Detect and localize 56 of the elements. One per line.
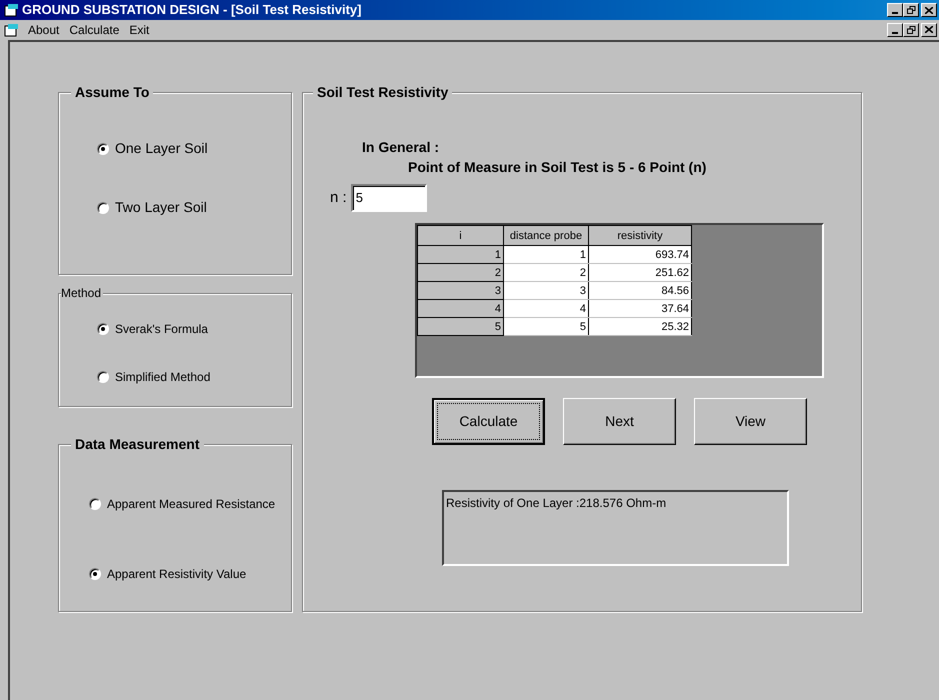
radio-label[interactable]: Apparent Measured Resistance — [107, 495, 276, 513]
table-cell: 25.32 — [588, 318, 692, 336]
table-cell: 37.64 — [588, 300, 692, 318]
window-title: GROUND SUBSTATION DESIGN - [Soil Test Resistivity] — [22, 1, 362, 20]
restore-button[interactable] — [903, 22, 919, 36]
n-input[interactable]: 5 — [350, 184, 427, 212]
table-cell: 5 — [504, 318, 588, 336]
restore-icon — [906, 26, 916, 34]
table-cell: 3 — [504, 282, 588, 300]
action-button[interactable]: View — [694, 398, 807, 445]
n-label: n : — [330, 188, 347, 208]
radio-label[interactable]: One Layer Soil — [115, 138, 208, 159]
minimize-button[interactable] — [887, 22, 903, 36]
radio-label[interactable]: Simplified Method — [115, 368, 210, 386]
restore-icon — [906, 6, 916, 14]
row-header: 1 — [418, 246, 504, 264]
table-cell: 84.56 — [588, 282, 692, 300]
table-cell: 1 — [504, 246, 588, 264]
menu-item[interactable]: Exit — [129, 20, 150, 38]
column-header: resistivity — [588, 226, 692, 246]
table-cell: 4 — [504, 300, 588, 318]
minimize-button[interactable] — [887, 3, 903, 17]
column-header: distance probe — [504, 226, 588, 246]
general-text: Point of Measure in Soil Test is 5 - 6 Point (n) — [408, 158, 708, 176]
radio-button[interactable] — [97, 202, 109, 214]
close-button[interactable] — [921, 22, 937, 36]
radio-button[interactable] — [97, 323, 109, 335]
radio-label[interactable]: Two Layer Soil — [115, 197, 207, 218]
radio-button[interactable] — [97, 371, 109, 383]
table-cell: 2 — [504, 264, 588, 282]
radio-button[interactable] — [89, 498, 101, 510]
menu-item[interactable]: Calculate — [69, 20, 120, 38]
app-icon — [4, 3, 20, 17]
action-button[interactable]: Next — [563, 398, 676, 445]
close-button[interactable] — [921, 3, 937, 17]
table-cell: 693.74 — [588, 246, 692, 264]
minimize-icon — [892, 12, 898, 14]
close-icon — [925, 26, 933, 33]
action-button[interactable]: Calculate — [432, 398, 545, 445]
row-header: 3 — [418, 282, 504, 300]
close-icon — [925, 6, 933, 14]
radio-label[interactable]: Sverak's Formula — [115, 320, 208, 338]
general-label: In General : — [362, 138, 440, 156]
document-icon — [4, 22, 20, 36]
column-header: i — [418, 226, 504, 246]
row-header: 2 — [418, 264, 504, 282]
row-header: 5 — [418, 318, 504, 336]
row-header: 4 — [418, 300, 504, 318]
result-text: Resistivity of One Layer :218.576 Ohm-m — [446, 496, 666, 510]
radio-label[interactable]: Apparent Resistivity Value — [107, 565, 246, 583]
radio-button[interactable] — [89, 568, 101, 580]
restore-button[interactable] — [903, 3, 919, 17]
radio-button[interactable] — [97, 142, 109, 154]
minimize-icon — [892, 32, 898, 34]
table-cell: 251.62 — [588, 264, 692, 282]
menu-item[interactable]: About — [28, 20, 60, 38]
